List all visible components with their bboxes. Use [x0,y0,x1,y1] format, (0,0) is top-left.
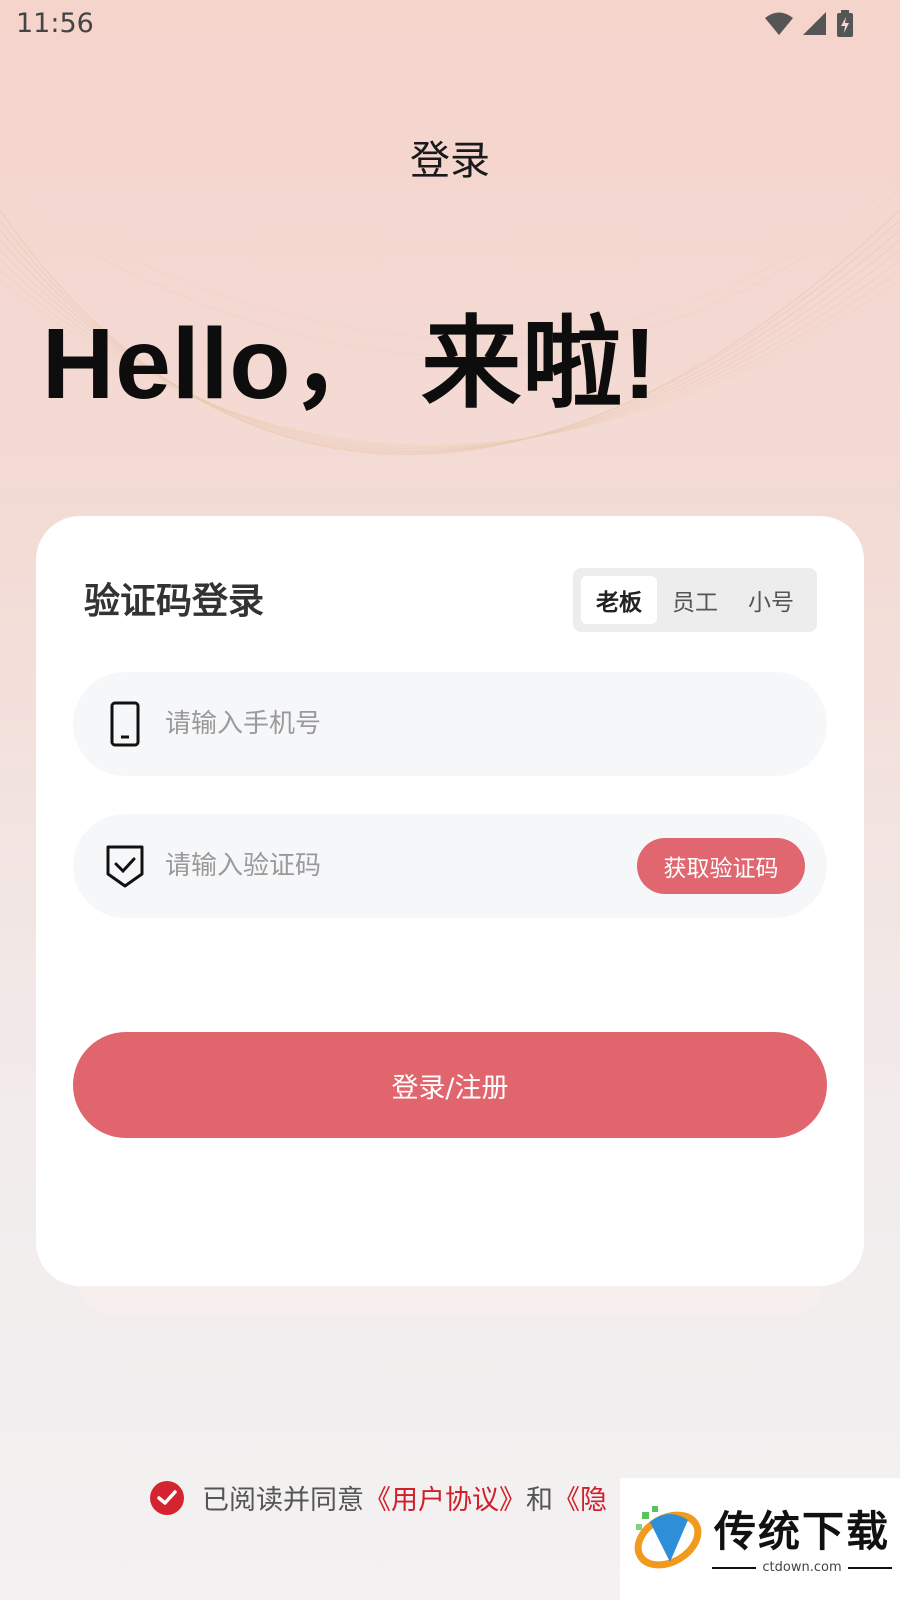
watermark-title: 传统下载 [714,1507,891,1556]
wifi-icon [765,12,793,35]
watermark-domain: ctdown.com [762,1560,842,1575]
get-code-button[interactable]: 获取验证码 [637,838,805,894]
agreement-prefix: 已阅读并同意 [202,1485,364,1516]
agree-checkbox[interactable] [150,1480,184,1515]
status-time: 11:56 [16,8,94,39]
watermark-overlay: 传统下载 ctdown.com [620,1478,900,1600]
phone-icon [110,701,140,747]
tab-boss[interactable]: 老板 [581,576,657,624]
login-register-button[interactable]: 登录/注册 [73,1032,827,1138]
tab-sub-account[interactable]: 小号 [733,576,809,624]
card-title: 验证码登录 [84,581,265,622]
watermark-logo-icon [634,1506,702,1569]
code-field[interactable]: 获取验证码 [73,814,827,918]
page-title: 登录 [410,138,490,184]
agreement-row: 已阅读并同意 《用户协议》 和 《隐 [150,1478,607,1517]
phone-field[interactable] [73,672,827,776]
battery-charging-icon [837,10,853,37]
status-icons [764,10,854,38]
phone-input[interactable] [165,698,595,750]
tab-staff[interactable]: 员工 [657,576,733,624]
agreement-and: 和 [526,1485,553,1516]
greeting-heading: Hello， 来啦! [42,308,658,420]
code-input[interactable] [165,840,595,892]
shield-check-icon [106,845,144,888]
status-bar: 11:56 [0,0,900,50]
privacy-policy-link[interactable]: 《隐 [553,1478,607,1517]
signal-icon [803,12,826,35]
role-tabs: 老板 员工 小号 [573,568,817,632]
check-icon [157,1489,177,1505]
user-agreement-link[interactable]: 《用户协议》 [364,1478,526,1517]
login-card: 验证码登录 老板 员工 小号 获取验证码 登录/注册 [36,516,864,1286]
